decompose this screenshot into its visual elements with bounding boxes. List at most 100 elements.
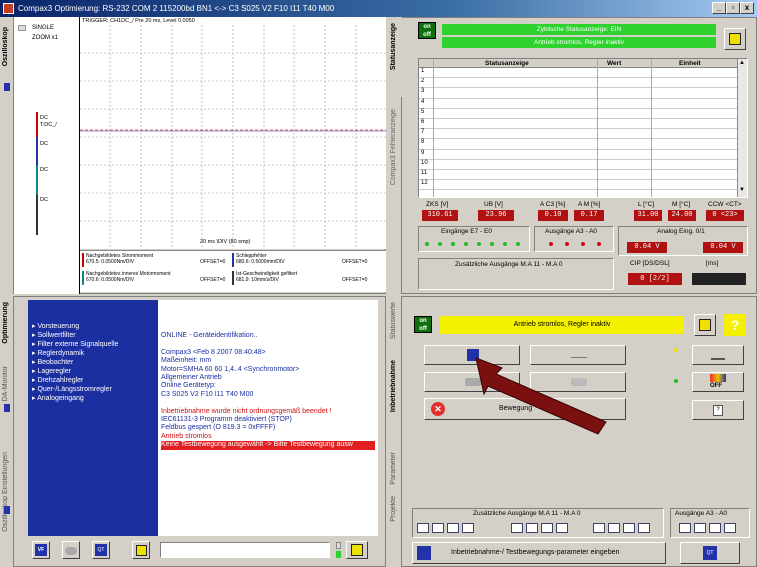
tree-item[interactable]: ▸ Drehzahlregler	[32, 376, 158, 385]
legend-ch3-scale: 670.6: 0.0500Nm/DIV	[86, 277, 135, 283]
table-row[interactable]: 1	[419, 68, 737, 79]
table-scrollbar[interactable]: ▲ ▼	[737, 59, 747, 197]
vf-button[interactable]: VF	[32, 541, 50, 559]
help-button[interactable]: ?	[724, 314, 746, 336]
row-index: 9	[421, 149, 425, 156]
tab-da-monitor-icon	[4, 404, 10, 412]
comm-page-button[interactable]	[694, 314, 716, 336]
tab-oscilloscope[interactable]: Oszilloskop	[0, 17, 14, 294]
tree-item[interactable]: ▸ Reglerdynamik	[32, 349, 158, 358]
comm-qt-button[interactable]: QT	[680, 542, 740, 564]
single-checkbox[interactable]	[18, 25, 26, 31]
pointer-arrow	[475, 357, 607, 435]
opt-input[interactable]	[160, 542, 330, 558]
tree-item[interactable]: ▸ Filter externe Signalquelle	[32, 340, 158, 349]
meter-l-label: L [°C]	[638, 201, 655, 208]
log-highlight: Keine Testbewegung ausgewählt -> Bitte T…	[161, 441, 375, 450]
tab-optimierung[interactable]: Optimierung	[0, 296, 14, 356]
brake-button[interactable]	[692, 345, 744, 365]
opt-checkbox[interactable]	[336, 542, 341, 549]
tab-projekte[interactable]: Projekte	[388, 490, 402, 522]
table-row[interactable]: 10	[419, 160, 737, 170]
tree-item-label: Analogeingang	[37, 395, 84, 402]
meter-ub-value: 23.96	[478, 210, 514, 221]
minimize-button[interactable]: _	[712, 2, 726, 14]
tree-item-label: Vorsteuerung	[37, 323, 80, 330]
ch4-label: DC	[40, 197, 48, 203]
single-label[interactable]: SINGLE	[32, 25, 54, 31]
off-button[interactable]: OFF	[692, 372, 744, 392]
tab-projekte-label: Projekte	[390, 496, 397, 522]
opt-page-button[interactable]	[132, 541, 150, 559]
tab-statuswerte-label: Statuswerte	[390, 302, 397, 339]
table-row[interactable]: 2	[419, 78, 737, 89]
tab-statusanzeige[interactable]: Statusanzeige	[388, 17, 402, 97]
output-led	[597, 242, 601, 246]
table-row[interactable]: 12	[419, 180, 737, 191]
analog-label: Analog Eing. 0/1	[657, 228, 705, 235]
table-row[interactable]: 3	[419, 88, 737, 99]
meter-am-value: 0.17	[574, 210, 604, 221]
tool-icon	[65, 547, 77, 555]
osc-legend: Nachgebildetes Strommoment 670.5: 0.0500N…	[80, 250, 386, 292]
tree-item[interactable]: ▸ Lageregler	[32, 367, 158, 376]
tree-item[interactable]: ▸ Quer-/Längsstromregler	[32, 385, 158, 394]
legend-ch1-scale: 670.5: 0.0500Nm/DIV	[86, 259, 135, 265]
table-row[interactable]: 8	[419, 139, 737, 150]
tree-item[interactable]: ▸ Sollwertfilter	[32, 331, 158, 340]
maximize-button[interactable]: ▫	[726, 2, 740, 14]
log-line: ONLINE - Geräteidentifikation..	[161, 332, 258, 339]
legend-ch4-marker	[232, 271, 234, 285]
output-box	[447, 523, 459, 533]
table-row[interactable]: 5	[419, 109, 737, 119]
table-row[interactable]: 7	[419, 129, 737, 140]
info-button[interactable]: ?	[692, 400, 744, 420]
output-box	[556, 523, 568, 533]
output-box	[526, 523, 538, 533]
log-line: Antrieb stromlos	[161, 432, 212, 440]
legend-ch4: Ist-Geschwindigkeit gefiltert 681.9: 10mm…	[236, 271, 297, 283]
tree-item[interactable]: ▸ Beobachter	[32, 358, 158, 367]
tree-item[interactable]: ▸ Vorsteuerung	[32, 322, 158, 331]
col-divider	[433, 59, 434, 197]
table-row[interactable]: 9	[419, 150, 737, 160]
table-row[interactable]: 6	[419, 119, 737, 130]
close-button[interactable]: x	[740, 2, 754, 14]
tab-parameter[interactable]: Parameter	[388, 446, 402, 486]
status-table-header: Statusanzeige Wert Einheit	[419, 59, 737, 68]
table-row[interactable]: 4	[419, 99, 737, 109]
log-line: Allgemeiner Antrieb	[161, 374, 222, 382]
row-index: 12	[421, 180, 428, 187]
outputs-label: Ausgänge A3 - A0	[545, 228, 598, 235]
analog-group: Analog Eing. 0/1 0.04 V 0.04 V	[618, 226, 748, 256]
status-page-button[interactable]	[724, 28, 746, 50]
zoom-label[interactable]: ZOOM x1	[32, 35, 58, 41]
qt-button[interactable]: QT	[92, 541, 110, 559]
tab-oscilloscope-icon	[4, 83, 10, 91]
log-line: Feldbus gespert (O 819.3 = 0xFFFF)	[161, 424, 276, 432]
scroll-down-icon[interactable]: ▼	[739, 187, 745, 193]
log-line: Maßeinheit: mm	[161, 357, 212, 365]
table-row[interactable]: 11	[419, 170, 737, 181]
log-line: Compax3 <Feb 8 2007 08:40:48>	[161, 348, 266, 356]
tab-osc-settings[interactable]: Oszilloskop Einstellungen	[0, 446, 14, 532]
comm-onoff-button[interactable]: on off	[414, 316, 432, 333]
tool-button[interactable]	[62, 541, 80, 559]
tab-inbetriebnahme[interactable]: Inbetriebnahme	[388, 354, 402, 444]
tab-da-monitor[interactable]: DA-Monitor	[0, 360, 14, 410]
meter-m-value: 24.00	[668, 210, 696, 221]
output-box	[709, 523, 721, 533]
timebase-label: 20 ms \DIV (80 smp)	[200, 239, 251, 245]
opt-next-button[interactable]	[346, 541, 368, 559]
param-button[interactable]: Inbetriebnahme-/ Testbewegungs-parameter…	[412, 542, 666, 564]
input-led	[438, 242, 442, 246]
brake-icon	[711, 350, 725, 360]
output-box	[679, 523, 691, 533]
status-onoff-button[interactable]: on off	[418, 22, 436, 39]
tab-statuswerte[interactable]: Statuswerte	[388, 296, 402, 346]
tab-fehleranzeige[interactable]: Compax3 Fehleranzeige	[388, 103, 402, 203]
tree-item[interactable]: ▸ Analogeingang	[32, 394, 158, 403]
status-extra-outputs-label: Zusätzliche Ausgänge M.A 11 - M.A 0	[455, 261, 563, 268]
scroll-up-icon[interactable]: ▲	[739, 60, 745, 66]
comm-outputs-a: Ausgänge A3 - A0	[670, 508, 750, 538]
